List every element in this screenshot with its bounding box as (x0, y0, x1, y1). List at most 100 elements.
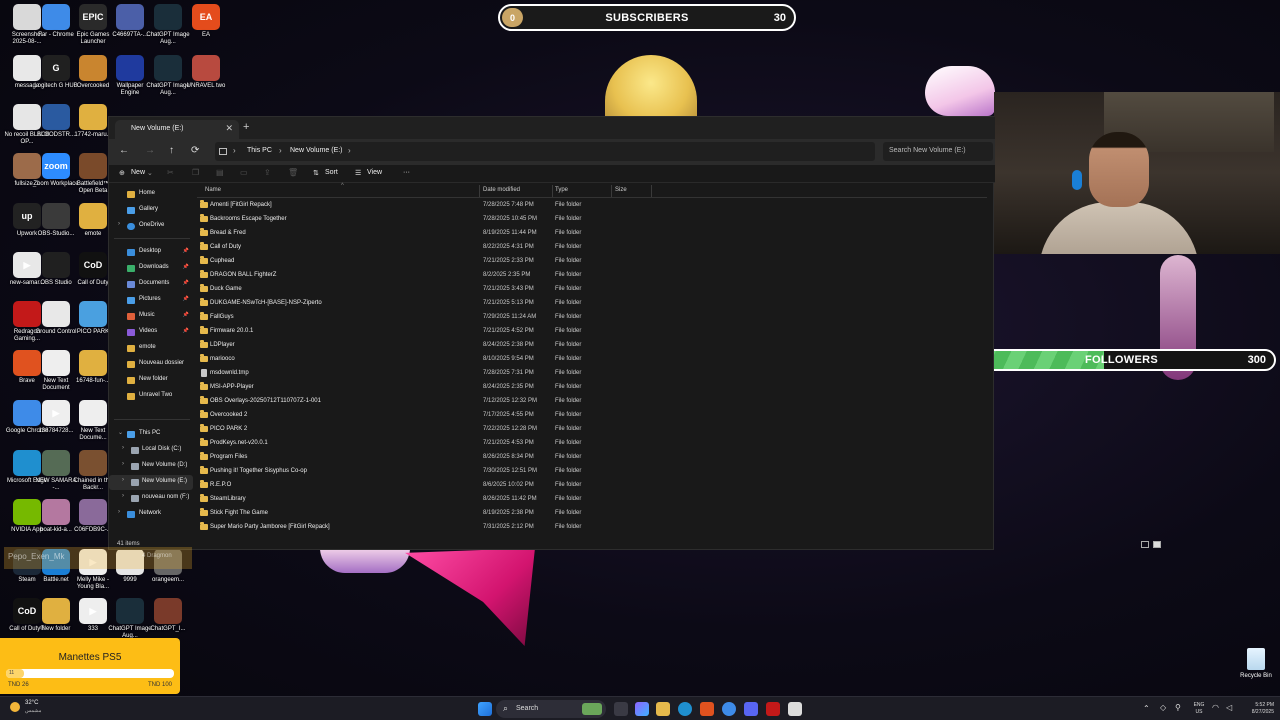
column-divider[interactable] (552, 185, 553, 197)
column-size[interactable]: Size (615, 187, 627, 193)
sidebar-item-desktop[interactable]: Desktop 📌 (109, 245, 193, 260)
sidebar-item-nouveau-dossier[interactable]: Nouveau dossier (109, 357, 193, 372)
tiles-view-icon[interactable] (1153, 541, 1161, 548)
tray-chevron-up-icon[interactable]: ⌃ (1143, 705, 1150, 713)
view-button[interactable]: View (367, 169, 382, 176)
delete-icon[interactable]: 🗑 (288, 168, 298, 177)
desktop-icon-chatgpt-i[interactable]: ChatGPT_I... (145, 598, 191, 633)
table-row[interactable]: mariooco 8/10/2025 9:54 PM File folder (197, 353, 987, 367)
table-row[interactable]: R.E.P.O 8/6/2025 10:02 PM File folder (197, 479, 987, 493)
breadcrumb-this-pc[interactable]: This PC (247, 147, 272, 154)
copy-icon[interactable]: ❐ (192, 168, 199, 177)
table-row[interactable]: msdownld.tmp 7/28/2025 7:31 PM File folder (197, 367, 987, 381)
paste-icon[interactable]: ▤ (216, 168, 224, 177)
table-row[interactable]: Cuphead 7/21/2025 2:33 PM File folder (197, 255, 987, 269)
chevron-right-icon[interactable]: › (118, 509, 120, 515)
new-button[interactable]: New (131, 169, 145, 176)
table-row[interactable]: Pushing it! Together Sisyphus Co-op 7/30/… (197, 465, 987, 479)
table-row[interactable]: Backrooms Escape Together 7/28/2025 10:45… (197, 213, 987, 227)
sidebar-item-new-volume-d[interactable]: › New Volume (D:) (109, 459, 193, 474)
nav-network[interactable]: › Network (109, 507, 193, 522)
breadcrumb-new-volume-e[interactable]: New Volume (E:) (290, 147, 343, 154)
notepad-icon[interactable] (788, 702, 802, 716)
details-view-icon[interactable] (1141, 541, 1149, 548)
column-divider[interactable] (479, 185, 480, 197)
table-row[interactable]: Duck Game 7/21/2025 3:43 PM File folder (197, 283, 987, 297)
sidebar-item-downloads[interactable]: Downloads 📌 (109, 261, 193, 276)
cut-icon[interactable]: ✂ (167, 168, 174, 177)
chrome-icon[interactable] (722, 702, 736, 716)
rename-icon[interactable]: ▭ (240, 168, 248, 177)
sort-button[interactable]: Sort (325, 169, 338, 176)
desktop-icon-ea[interactable]: EA EA (183, 4, 229, 39)
sidebar-item-nouveau-nom-f[interactable]: › nouveau nom (F:) (109, 491, 193, 506)
nav-gallery[interactable]: Gallery (109, 203, 193, 218)
sidebar-item-music[interactable]: Music 📌 (109, 309, 193, 324)
chevron-down-icon[interactable]: ⌄ (118, 429, 123, 436)
desktop-icon-unravel-two[interactable]: UNRAVEL two (183, 55, 229, 90)
refresh-icon[interactable]: ⟳ (191, 145, 199, 157)
chevron-right-icon[interactable]: › (122, 445, 124, 451)
table-row[interactable]: DUKGAME-NSwTcH-[BASE]-NSP-Ziperto 7/21/20… (197, 297, 987, 311)
table-row[interactable]: FallGuys 7/29/2025 11:24 AM File folder (197, 311, 987, 325)
table-row[interactable]: Program Files 8/26/2025 8:34 PM File folde… (197, 451, 987, 465)
back-arrow-icon[interactable]: ← (119, 145, 129, 157)
share-icon[interactable]: ⇪ (264, 168, 271, 177)
table-row[interactable]: SteamLibrary 8/26/2025 11:42 PM File folde… (197, 493, 987, 507)
column-date[interactable]: Date modified (483, 187, 520, 193)
sidebar-item-videos[interactable]: Videos 📌 (109, 325, 193, 340)
nav-home[interactable]: Home (109, 187, 193, 202)
table-row[interactable]: MSI-APP-Player 8/24/2025 2:35 PM File fold… (197, 381, 987, 395)
table-row[interactable]: Bread & Fred 8/19/2025 11:44 PM File folde… (197, 227, 987, 241)
location-tray-icon[interactable]: ⚲ (1175, 704, 1181, 712)
table-row[interactable]: Amenti [FitGirl Repack] 7/28/2025 7:48 PM… (197, 199, 987, 213)
chevron-right-icon[interactable]: › (122, 477, 124, 483)
sidebar-item-new-volume-e[interactable]: › New Volume (E:) (109, 475, 193, 490)
up-arrow-icon[interactable]: ↑ (169, 145, 174, 157)
table-row[interactable]: OBS Overlays-20250712T110707Z-1-001 7/12/… (197, 395, 987, 409)
tab-new-volume-e[interactable]: New Volume (E:) ✕ (115, 120, 239, 139)
language-indicator[interactable]: ENG US (1192, 702, 1206, 716)
sidebar-item-unravel-two[interactable]: Unravel Two (109, 389, 193, 404)
sidebar-item-new-folder[interactable]: New folder (109, 373, 193, 388)
column-type[interactable]: Type (555, 187, 568, 193)
column-divider[interactable] (651, 185, 652, 197)
redragon-icon[interactable] (766, 702, 780, 716)
forward-arrow-icon[interactable]: → (145, 145, 155, 157)
address-bar[interactable]: › This PC › New Volume (E:) › (215, 142, 875, 161)
nav-this-pc[interactable]: ⌄ This PC (109, 427, 193, 442)
table-row[interactable]: PICO PARK 2 7/22/2025 12:28 PM File folder (197, 423, 987, 437)
recycle-bin[interactable]: Recycle Bin (1240, 648, 1272, 679)
table-row[interactable]: Call of Duty 8/22/2025 4:31 PM File folder (197, 241, 987, 255)
table-row[interactable]: Stick Fight The Game 8/19/2025 2:38 PM Fil… (197, 507, 987, 521)
column-divider[interactable] (611, 185, 612, 197)
more-options-button[interactable]: ··· (403, 169, 410, 176)
table-row[interactable]: Firmware 20.0.1 7/21/2025 4:52 PM File fol… (197, 325, 987, 339)
chevron-right-icon[interactable]: › (118, 221, 120, 227)
network-tray-icon[interactable]: ◇ (1160, 704, 1166, 712)
discord-icon[interactable] (744, 702, 758, 716)
column-name[interactable]: Name (205, 187, 221, 193)
volume-icon[interactable]: ◁ (1226, 704, 1232, 712)
brave-icon[interactable] (700, 702, 714, 716)
search-input[interactable]: Search New Volume (E:) (883, 142, 993, 161)
wifi-icon[interactable]: ◠ (1212, 704, 1219, 712)
sidebar-item-emote[interactable]: emote (109, 341, 193, 356)
close-tab-icon[interactable]: ✕ (225, 123, 233, 134)
table-row[interactable]: LDPlayer 8/24/2025 2:38 PM File folder (197, 339, 987, 353)
table-row[interactable]: DRAGON BALL FighterZ 8/2/2025 2:35 PM File… (197, 269, 987, 283)
table-row[interactable]: Overcooked 2 7/17/2025 4:55 PM File folder (197, 409, 987, 423)
chevron-right-icon[interactable]: › (122, 461, 124, 467)
new-tab-button[interactable]: + (243, 122, 249, 133)
taskbar-search[interactable]: ⌕ Search (496, 700, 606, 718)
table-row[interactable]: ProdKeys.net-v20.0.1 7/21/2025 4:53 PM Fil… (197, 437, 987, 451)
copilot-icon[interactable] (635, 702, 649, 716)
nav-onedrive[interactable]: › OneDrive (109, 219, 193, 234)
table-row[interactable]: Super Mario Party Jamboree [FitGirl Repa… (197, 521, 987, 535)
clock[interactable]: 5:52 PM 8/27/2025 (1240, 702, 1274, 716)
file-explorer-icon[interactable] (656, 702, 670, 716)
chevron-right-icon[interactable]: › (122, 493, 124, 499)
sidebar-item-local-disk-c[interactable]: › Local Disk (C:) (109, 443, 193, 458)
sidebar-item-pictures[interactable]: Pictures 📌 (109, 293, 193, 308)
start-icon[interactable] (478, 702, 492, 716)
